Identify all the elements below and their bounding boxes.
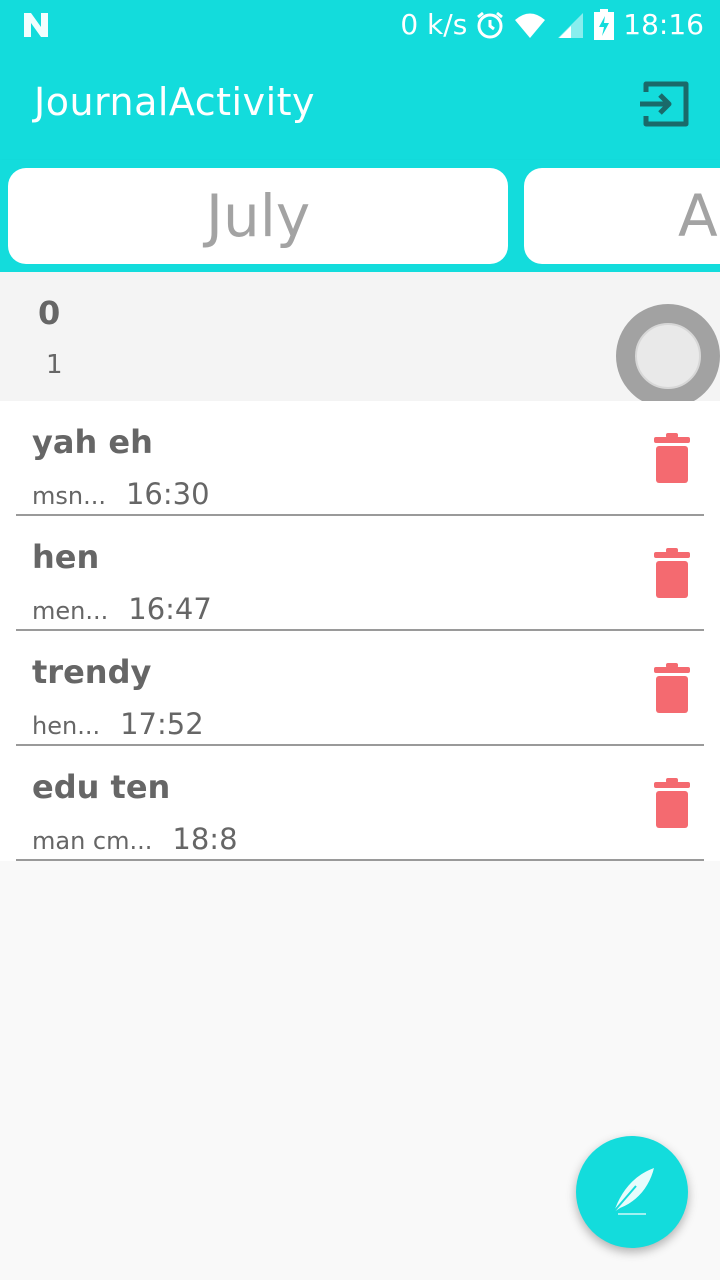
status-indicators: 0 k/s 18:16 bbox=[400, 6, 704, 44]
entry-title: edu ten bbox=[32, 768, 171, 806]
battery-charging-icon bbox=[594, 9, 615, 40]
floating-toggle-button[interactable] bbox=[616, 304, 720, 408]
list-item[interactable]: hen men... 16:47 bbox=[16, 516, 704, 631]
month-label: July bbox=[205, 182, 311, 250]
entry-time: 18:8 bbox=[172, 822, 238, 856]
list-item[interactable]: yah eh msn... 16:30 bbox=[16, 401, 704, 516]
entry-title: trendy bbox=[32, 653, 152, 691]
summary-value-1: 0 bbox=[38, 294, 61, 332]
month-label: Au bbox=[678, 182, 720, 250]
month-tab-july[interactable]: July bbox=[8, 168, 508, 264]
feather-pen-icon bbox=[609, 1168, 654, 1217]
trash-icon[interactable] bbox=[654, 778, 690, 828]
entry-meta: man cm... 18:8 bbox=[32, 822, 238, 856]
status-bar: 0 k/s 18:16 bbox=[0, 0, 720, 50]
wifi-icon bbox=[515, 13, 546, 38]
toggle-knob bbox=[635, 323, 701, 389]
new-entry-fab[interactable] bbox=[576, 1136, 688, 1248]
alarm-icon bbox=[477, 11, 504, 39]
entry-title: yah eh bbox=[32, 423, 153, 461]
app-bar: JournalActivity bbox=[0, 50, 720, 160]
notification-n-icon bbox=[24, 13, 48, 37]
entry-meta: hen... 17:52 bbox=[32, 707, 204, 741]
list-item[interactable]: edu ten man cm... 18:8 bbox=[16, 746, 704, 861]
entry-meta: men... 16:47 bbox=[32, 592, 212, 626]
entry-preview: man cm... bbox=[32, 827, 153, 855]
summary-value-2: 1 bbox=[46, 350, 63, 380]
entry-preview: msn... bbox=[32, 482, 106, 510]
trash-icon[interactable] bbox=[654, 548, 690, 598]
entry-title: hen bbox=[32, 538, 100, 576]
exit-icon[interactable] bbox=[636, 78, 692, 130]
entry-preview: men... bbox=[32, 597, 109, 625]
network-speed: 0 k/s bbox=[400, 8, 468, 41]
entry-time: 16:47 bbox=[128, 592, 212, 626]
month-selector: July Au bbox=[0, 160, 720, 272]
entry-time: 17:52 bbox=[120, 707, 204, 741]
trash-icon[interactable] bbox=[654, 433, 690, 483]
journal-list: yah eh msn... 16:30 hen men... 16:47 tre… bbox=[0, 401, 720, 861]
page-title: JournalActivity bbox=[34, 80, 316, 124]
month-tab-august[interactable]: Au bbox=[524, 168, 720, 264]
signal-icon bbox=[558, 13, 584, 38]
summary-panel: 0 1 bbox=[0, 272, 720, 401]
list-item[interactable]: trendy hen... 17:52 bbox=[16, 631, 704, 746]
entry-meta: msn... 16:30 bbox=[32, 477, 210, 511]
trash-icon[interactable] bbox=[654, 663, 690, 713]
entry-time: 16:30 bbox=[125, 477, 210, 511]
status-time: 18:16 bbox=[623, 8, 704, 41]
entry-preview: hen... bbox=[32, 712, 101, 740]
